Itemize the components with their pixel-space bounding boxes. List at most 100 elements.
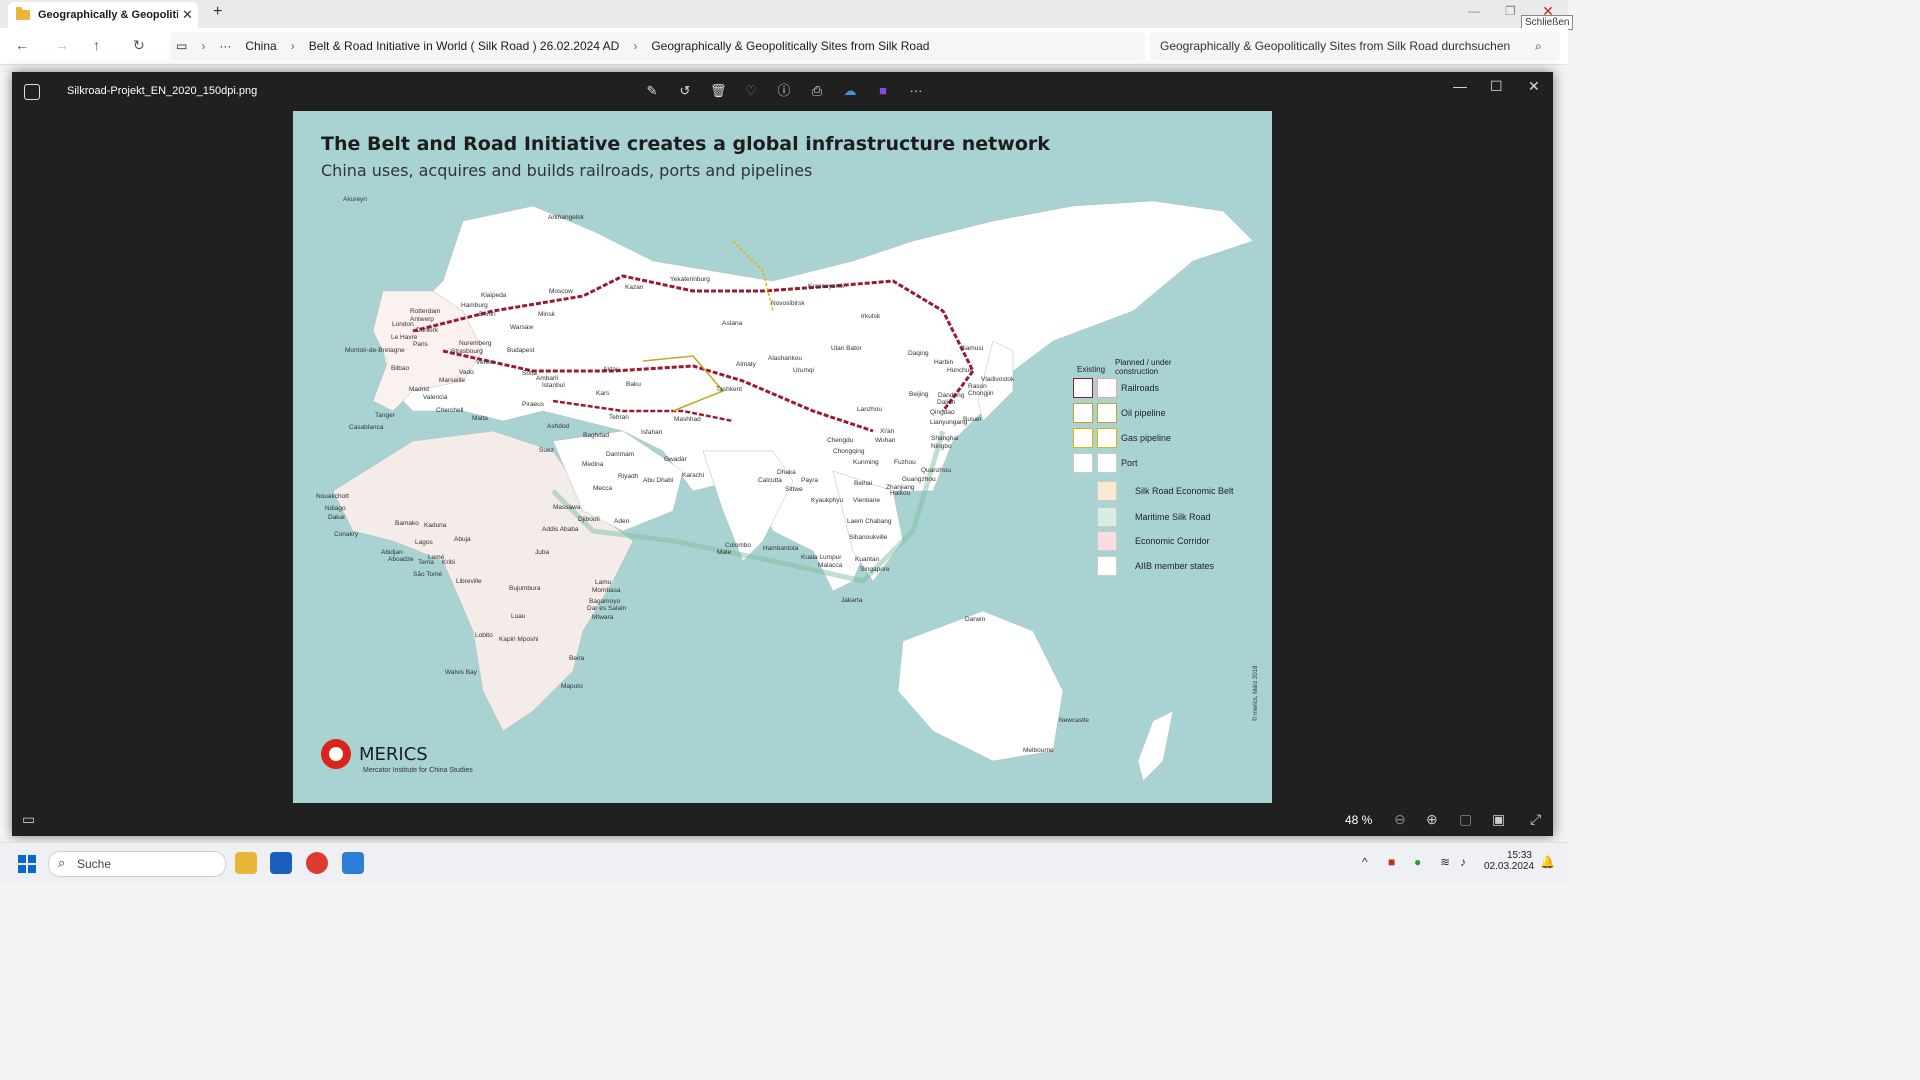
- city-label: Riyadh: [618, 473, 639, 480]
- taskbar-search[interactable]: ⌕ Suche: [48, 851, 226, 877]
- clipchamp-icon[interactable]: ■: [875, 83, 891, 99]
- city-label: Rotterdam: [410, 308, 441, 315]
- city-label: Lanzhou: [857, 406, 882, 413]
- city-label: Abidjan: [381, 549, 403, 556]
- zoom-in-icon[interactable]: ⊕: [1426, 811, 1438, 828]
- rotate-icon[interactable]: ↺: [677, 83, 693, 99]
- city-label: Libreville: [456, 578, 482, 585]
- city-label: Lianyungang: [930, 419, 968, 426]
- wifi-icon[interactable]: ≋: [1440, 855, 1450, 869]
- city-label: Casablanca: [349, 424, 384, 431]
- info-icon[interactable]: ⓘ: [776, 83, 792, 99]
- city-label: Astana: [722, 320, 743, 327]
- print-icon[interactable]: ⎙: [809, 83, 825, 99]
- restore-icon[interactable]: ❐: [1505, 4, 1516, 18]
- city-label: Tanger: [375, 412, 395, 419]
- city-label: Strasbourg: [451, 348, 483, 355]
- city-label: Novosibirsk: [771, 300, 805, 307]
- actual-size-icon[interactable]: ▣: [1492, 811, 1505, 828]
- city-label: Nuremberg: [459, 340, 492, 347]
- city-label: Budapest: [507, 347, 535, 354]
- viewer-minimize-icon[interactable]: —: [1453, 78, 1467, 94]
- city-label: Harbin: [934, 359, 954, 366]
- city-label: Minsk: [538, 311, 555, 318]
- chevron-right-icon: ›: [290, 39, 295, 53]
- city-label: Massawa: [553, 504, 581, 511]
- zoom-out-icon[interactable]: ⊖: [1394, 811, 1406, 828]
- tab-close-icon[interactable]: ✕: [182, 7, 193, 23]
- breadcrumb-sites[interactable]: Geographically & Geopolitically Sites fr…: [651, 39, 929, 53]
- chrome-icon[interactable]: [306, 852, 328, 874]
- search-icon[interactable]: ⌕: [1535, 39, 1542, 54]
- store-icon[interactable]: [270, 852, 292, 874]
- city-label: Mecca: [593, 485, 613, 492]
- city-label: Hambantota: [763, 545, 799, 552]
- city-label: Vladivostok: [981, 376, 1015, 383]
- viewer-close-icon[interactable]: ✕: [1528, 78, 1540, 95]
- volume-icon[interactable]: ♪: [1460, 855, 1466, 869]
- delete-icon[interactable]: 🗑: [710, 83, 727, 99]
- monitor-icon[interactable]: ▭: [176, 39, 187, 53]
- city-label: Kapiri Mposhi: [499, 636, 539, 643]
- city-label: Hamburg: [461, 302, 488, 309]
- city-label: Suez: [539, 447, 554, 454]
- city-label: Mtwara: [592, 614, 614, 621]
- city-label: Lagos: [415, 539, 433, 546]
- breadcrumb-china[interactable]: China: [245, 39, 276, 53]
- explorer-tab[interactable]: Geographically & Geopoliticall ✕: [8, 2, 198, 28]
- city-label: Tashkent: [716, 386, 743, 393]
- more-icon[interactable]: ···: [908, 83, 924, 99]
- breadcrumb-belt-road[interactable]: Belt & Road Initiative in World ( Silk R…: [309, 39, 620, 53]
- taskbar-clock[interactable]: 15:33 02.03.2024: [1484, 850, 1534, 872]
- city-label: Kribi: [442, 559, 456, 566]
- city-label: Warsaw: [510, 324, 534, 331]
- chevron-right-icon: ›: [201, 39, 206, 53]
- file-explorer-icon[interactable]: [235, 852, 257, 874]
- map-subtitle: China uses, acquires and builds railroad…: [321, 161, 813, 180]
- city-label: London: [392, 321, 414, 328]
- city-label: Daqing: [908, 350, 929, 357]
- forward-arrow-icon[interactable]: →: [55, 37, 69, 53]
- city-label: Alashankou: [768, 355, 802, 362]
- city-label: Cherchell: [436, 407, 464, 414]
- city-label: Baku: [626, 381, 641, 388]
- onedrive-icon[interactable]: ☁: [842, 83, 858, 99]
- city-label: Beihai: [854, 480, 873, 487]
- city-label: Dakar: [328, 514, 346, 521]
- city-label: Singapore: [860, 566, 890, 573]
- refresh-icon[interactable]: ↻: [133, 37, 145, 54]
- back-arrow-icon[interactable]: ←: [15, 37, 29, 53]
- new-tab-button[interactable]: +: [213, 3, 222, 21]
- city-label: Chengdu: [827, 437, 854, 444]
- city-label: Istanbul: [542, 382, 565, 389]
- photo-viewer-window: Silkroad-Projekt_EN_2020_150dpi.png ✎ ↺ …: [12, 72, 1553, 836]
- notification-icon[interactable]: 🔔: [1540, 855, 1555, 869]
- city-label: Tema: [418, 559, 434, 566]
- logo-name: MERICS: [359, 743, 428, 765]
- city-label: Malta: [472, 415, 488, 422]
- gas-planned-swatch-icon: [1097, 428, 1117, 448]
- viewer-maximize-icon[interactable]: ☐: [1490, 78, 1503, 95]
- filmstrip-icon[interactable]: ▭: [22, 811, 35, 828]
- photos-app-icon: [24, 84, 40, 100]
- city-label: Addis Ababa: [542, 526, 579, 533]
- city-label: Abu Dhabi: [643, 477, 674, 484]
- city-label: Wuhan: [875, 437, 896, 444]
- breadcrumb[interactable]: ▭ › ··· China › Belt & Road Initiative i…: [170, 32, 1145, 60]
- edit-icon[interactable]: ✎: [644, 83, 660, 99]
- windows-start-icon[interactable]: [18, 855, 36, 873]
- antivirus-icon[interactable]: ■: [1388, 855, 1395, 869]
- fullscreen-icon[interactable]: ⤢: [1530, 811, 1541, 828]
- security-check-icon[interactable]: ●: [1414, 855, 1421, 869]
- minimize-icon[interactable]: —: [1468, 4, 1480, 18]
- breadcrumb-overflow[interactable]: ···: [219, 39, 231, 53]
- city-label: Abuja: [454, 536, 471, 543]
- chevron-up-icon[interactable]: ^: [1362, 855, 1368, 869]
- up-arrow-icon[interactable]: ↑: [93, 37, 100, 53]
- map-title: The Belt and Road Initiative creates a g…: [321, 133, 1050, 155]
- oil-swatch-icon: [1073, 403, 1093, 423]
- favorite-icon[interactable]: ♡: [743, 83, 759, 99]
- photos-icon[interactable]: [342, 852, 364, 874]
- fit-to-window-icon[interactable]: ▢: [1459, 811, 1472, 828]
- search-input[interactable]: Geographically & Geopolitically Sites fr…: [1150, 32, 1560, 60]
